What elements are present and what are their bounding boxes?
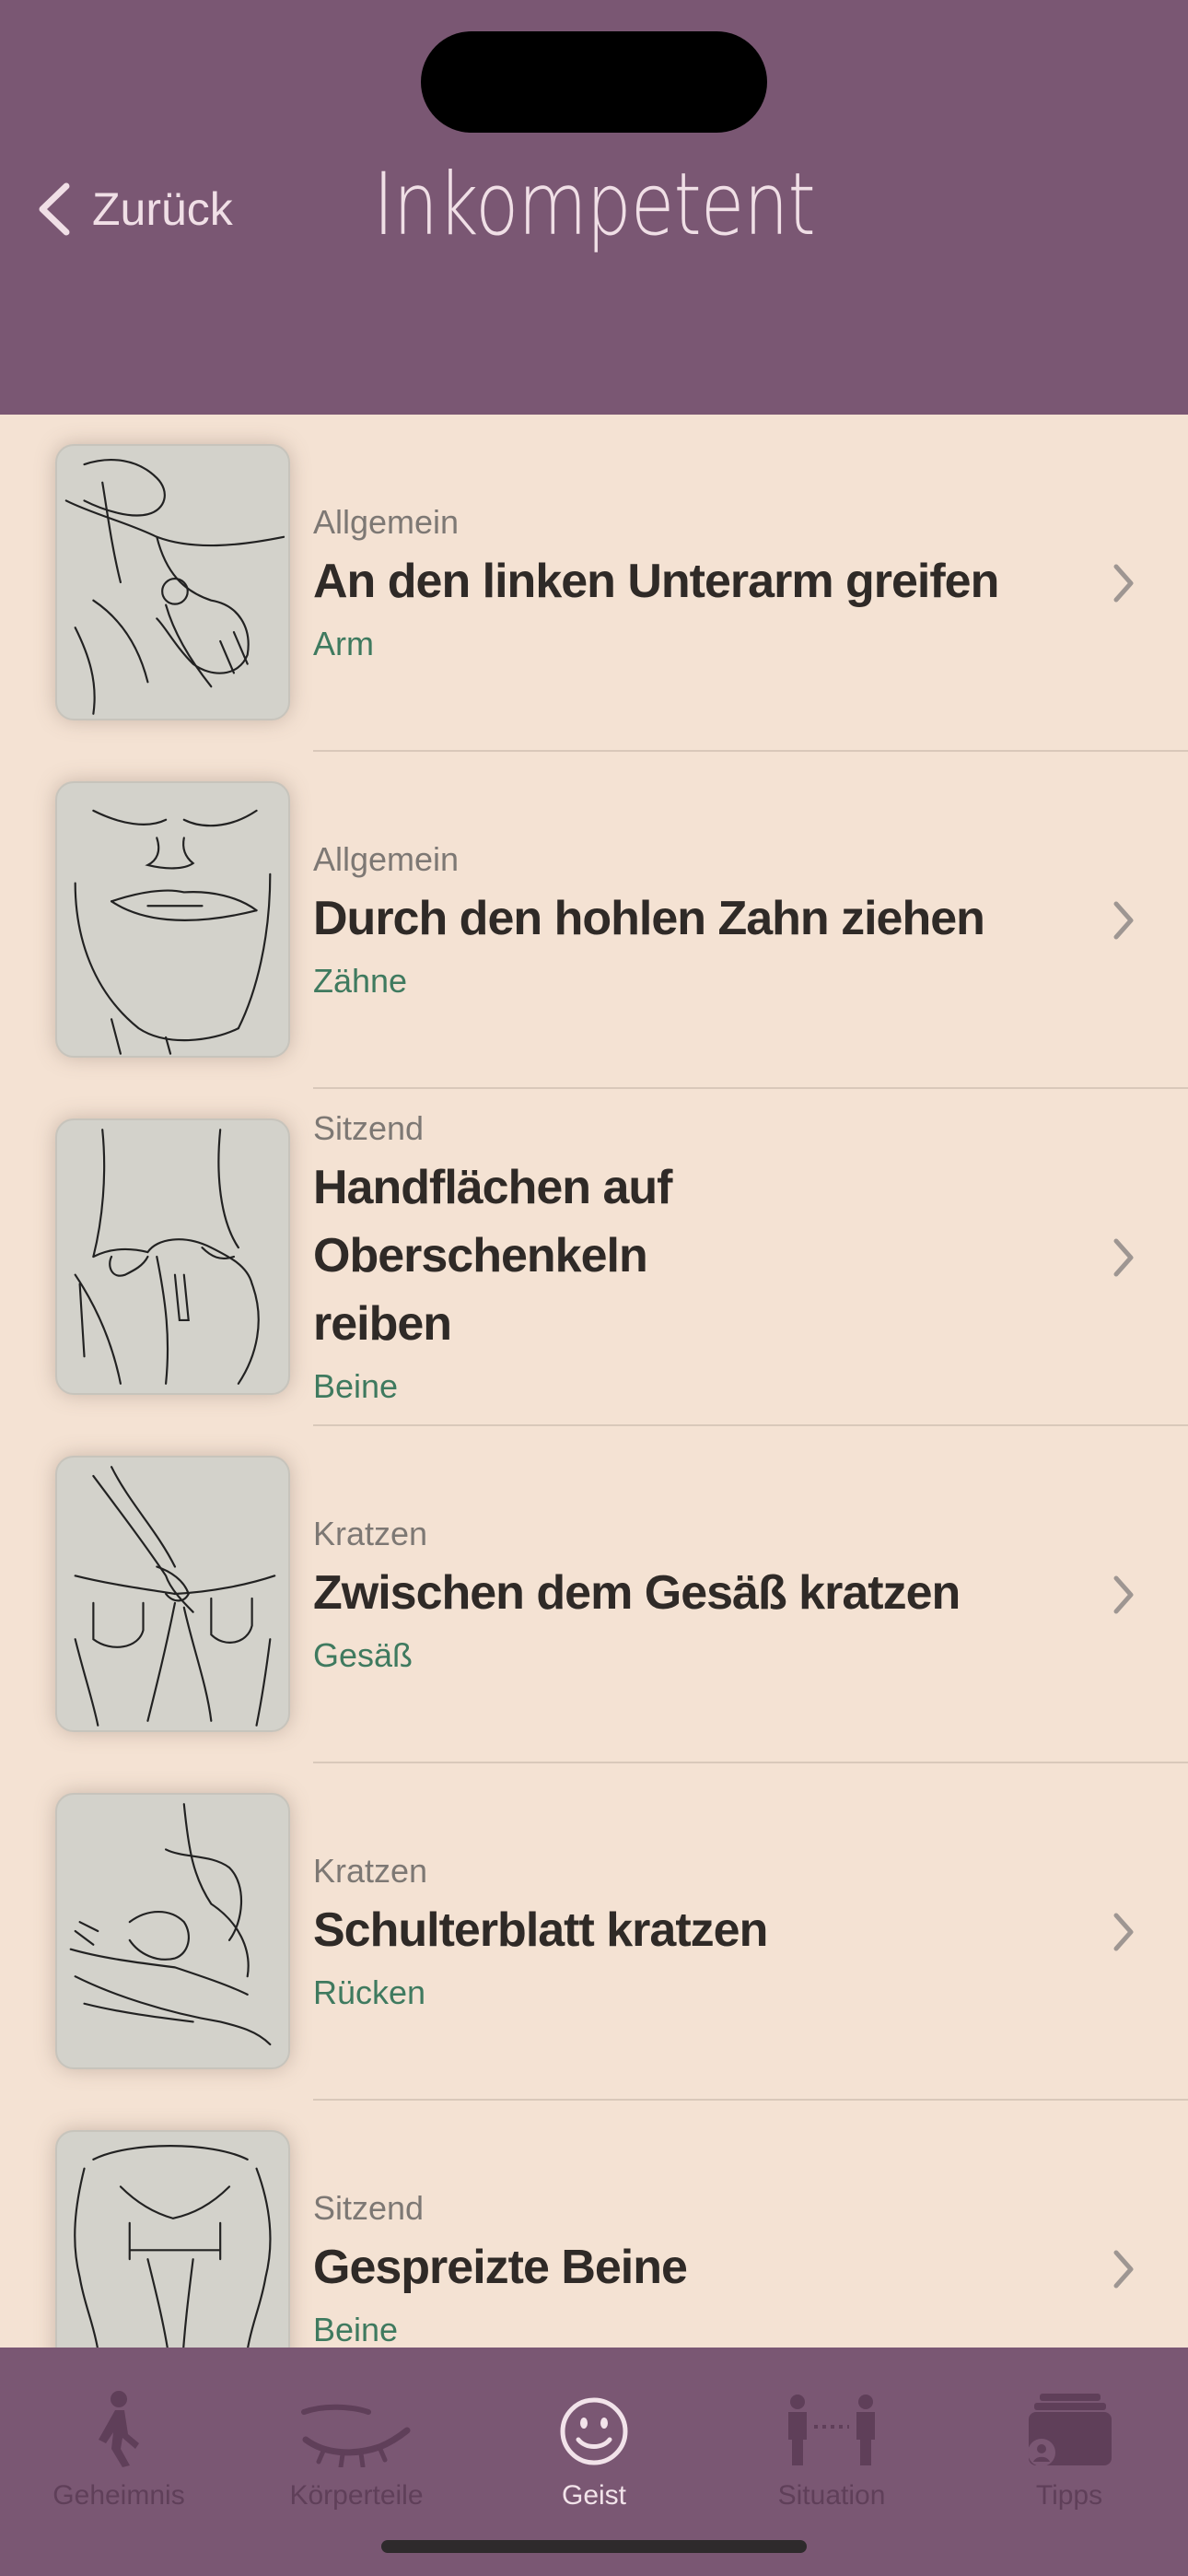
arm-grab-sketch — [55, 444, 290, 720]
item-category: Sitzend — [313, 1109, 425, 1147]
chevron-left-icon — [39, 182, 70, 236]
tab-tipps[interactable]: Tipps — [950, 2366, 1188, 2512]
tab-label: Tipps — [1035, 2480, 1103, 2511]
list-item[interactable]: Kratzen Zwischen dem Gesäß kratzen Gesäß — [0, 1426, 1188, 1763]
chevron-right-icon — [1113, 564, 1134, 603]
item-tag: Zähne — [313, 962, 408, 1000]
buttocks-scratch-sketch — [55, 1456, 290, 1732]
tab-geist[interactable]: Geist — [475, 2366, 713, 2512]
home-indicator — [381, 2540, 807, 2553]
item-category: Kratzen — [313, 1852, 428, 1890]
item-tag: Rücken — [313, 1973, 426, 2011]
tab-label: Körperteile — [289, 2480, 424, 2511]
tab-geheimnis[interactable]: Geheimnis — [0, 2366, 238, 2512]
chevron-right-icon — [1113, 1913, 1134, 1951]
list-item[interactable]: Allgemein An den linken Unterarm greifen… — [0, 415, 1188, 752]
item-category: Allgemein — [313, 840, 460, 878]
chevron-right-icon — [1113, 2250, 1134, 2289]
hands-on-thighs-sketch — [55, 1118, 290, 1395]
tab-situation[interactable]: Situation — [713, 2366, 950, 2512]
chevron-right-icon — [1113, 901, 1134, 940]
list-item[interactable]: Kratzen Schulterblatt kratzen Rücken — [0, 1763, 1188, 2101]
item-category: Allgemein — [313, 503, 460, 541]
chevron-right-icon — [1113, 1575, 1134, 1614]
dynamic-island — [421, 31, 767, 133]
mouth-sketch — [55, 781, 290, 1058]
tab-label: Situation — [777, 2480, 886, 2511]
item-tag: Gesäß — [313, 1636, 413, 1674]
tab-koerperteile[interactable]: Körperteile — [238, 2366, 475, 2512]
item-tag: Beine — [313, 2311, 399, 2348]
two-people-icon — [788, 2395, 875, 2465]
chevron-right-icon — [1113, 1238, 1134, 1277]
spread-legs-sketch — [55, 2130, 290, 2348]
item-title: Durch den hohlen Zahn ziehen — [313, 892, 985, 945]
smiley-icon — [560, 2397, 628, 2465]
shoulder-scratch-sketch — [55, 1793, 290, 2069]
item-category: Kratzen — [313, 1515, 428, 1552]
item-tag: Arm — [313, 625, 374, 662]
item-title: Zwischen dem Gesäß kratzen — [313, 1566, 961, 1620]
eye-closed-icon — [301, 2404, 411, 2467]
item-title: Schulterblatt kratzen — [313, 1903, 768, 1957]
item-title: Handflächen auf Oberschenkeln reiben — [313, 1161, 673, 1351]
list-item[interactable]: Sitzend Handflächen auf Oberschenkeln re… — [0, 1089, 1188, 1426]
cards-person-icon — [1028, 2394, 1112, 2466]
list-item[interactable]: Sitzend Gespreizte Beine Beine — [0, 2101, 1188, 2348]
list-item[interactable]: Allgemein Durch den hohlen Zahn ziehen Z… — [0, 752, 1188, 1089]
item-category: Sitzend — [313, 2189, 425, 2227]
item-tag: Beine — [313, 1367, 399, 1405]
item-title: Gespreizte Beine — [313, 2241, 688, 2294]
navigation-bar: Zurück Inkompetent — [0, 0, 1188, 415]
gesture-list: Allgemein An den linken Unterarm greifen… — [0, 415, 1188, 2348]
tab-label: Geist — [561, 2480, 627, 2511]
tab-label: Geheimnis — [52, 2480, 185, 2511]
item-title: An den linken Unterarm greifen — [313, 555, 999, 608]
page-title: Inkompetent — [373, 155, 816, 255]
walking-person-icon — [99, 2391, 139, 2467]
